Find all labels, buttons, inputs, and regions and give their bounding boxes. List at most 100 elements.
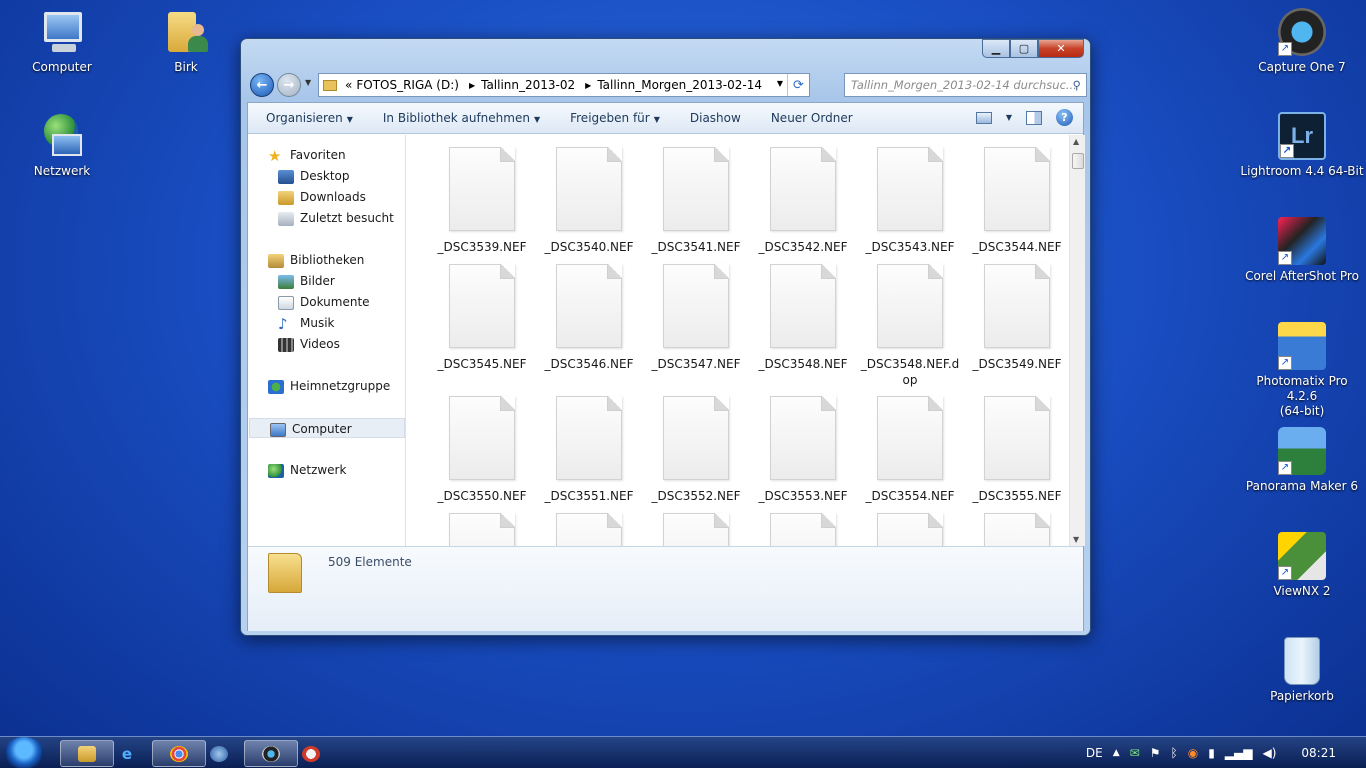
breadcrumb-separator-icon[interactable]: ▶ <box>469 81 475 90</box>
search-input[interactable]: Tallinn_Morgen_2013-02-14 durchsuc... ⚲ <box>844 73 1087 97</box>
action-center-flag-icon[interactable]: ⚑ <box>1150 746 1161 760</box>
desktop-icon-computer[interactable]: Computer <box>14 8 110 75</box>
desktop-icon-viewnx[interactable]: ↗ ViewNX 2 <box>1254 532 1350 599</box>
clock[interactable]: 08:21 <box>1301 746 1336 760</box>
generic-file-icon <box>449 147 515 231</box>
nav-documents[interactable]: Dokumente <box>248 292 370 312</box>
breadcrumb-separator-icon[interactable]: ▶ <box>585 81 591 90</box>
file-item[interactable] <box>430 513 534 546</box>
file-item[interactable]: _DSC3539.NEF <box>430 147 534 255</box>
nav-network[interactable]: Netzwerk <box>248 460 346 480</box>
minimize-button[interactable]: ▁ <box>982 39 1010 58</box>
file-item[interactable]: _DSC3549.NEF <box>965 264 1069 372</box>
file-item[interactable]: _DSC3548.NEF <box>751 264 855 372</box>
file-item[interactable]: _DSC3545.NEF <box>430 264 534 372</box>
breadcrumb-folder[interactable]: Tallinn_2013-02 <box>481 78 575 92</box>
file-item[interactable]: _DSC3546.NEF <box>537 264 641 372</box>
start-button[interactable] <box>4 737 44 768</box>
address-dropdown-icon[interactable]: ▼ <box>777 79 783 88</box>
organize-menu[interactable]: Organisieren ▼ <box>266 111 353 125</box>
file-item[interactable]: _DSC3540.NEF <box>537 147 641 255</box>
generic-file-icon <box>984 264 1050 348</box>
bluetooth-icon[interactable]: ᛒ <box>1171 746 1178 760</box>
details-pane: 509 Elemente <box>248 546 1083 631</box>
view-dropdown-icon[interactable]: ▼ <box>1006 113 1012 122</box>
mail-icon[interactable]: ✉ <box>1130 746 1140 760</box>
desktop-icon-network[interactable]: Netzwerk <box>14 112 110 179</box>
add-to-library-menu[interactable]: In Bibliothek aufnehmen ▼ <box>383 111 540 125</box>
preview-pane-icon[interactable] <box>1026 110 1042 125</box>
taskbar-app-2[interactable] <box>284 740 338 767</box>
vertical-scrollbar[interactable]: ▲ ▼ <box>1069 135 1085 546</box>
desktop-icon-photomatix[interactable]: ↗ Photomatix Pro 4.2.6 (64-bit) <box>1240 322 1364 419</box>
file-item[interactable]: _DSC3554.NEF <box>858 396 962 504</box>
file-item[interactable] <box>965 513 1069 546</box>
change-view-icon[interactable] <box>975 111 992 124</box>
nav-pictures[interactable]: Bilder <box>248 271 335 291</box>
search-placeholder: Tallinn_Morgen_2013-02-14 durchsuc... <box>851 78 1077 92</box>
file-item[interactable]: _DSC3543.NEF <box>858 147 962 255</box>
maximize-button[interactable]: ▢ <box>1010 39 1038 58</box>
file-item[interactable] <box>537 513 641 546</box>
nav-music[interactable]: ♪ Musik <box>248 313 335 333</box>
nav-videos[interactable]: Videos <box>248 334 340 354</box>
help-button[interactable]: ? <box>1056 109 1073 126</box>
breadcrumb-drive[interactable]: FOTOS_RIGA (D:) <box>356 78 459 92</box>
network-signal-icon[interactable]: ▂▄▆ <box>1225 746 1253 760</box>
file-item[interactable]: _DSC3555.NEF <box>965 396 1069 504</box>
forward-button[interactable]: → <box>277 73 301 97</box>
scroll-down-icon[interactable]: ▼ <box>1073 535 1079 544</box>
nav-desktop[interactable]: Desktop <box>248 166 350 186</box>
breadcrumb-overflow[interactable]: « <box>345 78 352 92</box>
scrollbar-thumb[interactable] <box>1072 153 1084 169</box>
file-item[interactable] <box>751 513 855 546</box>
back-button[interactable]: ← <box>250 73 274 97</box>
nav-libraries[interactable]: Bibliotheken <box>248 250 364 270</box>
file-item[interactable]: _DSC3552.NEF <box>644 396 748 504</box>
taskbar-internet-explorer[interactable]: e <box>100 740 154 767</box>
scroll-up-icon[interactable]: ▲ <box>1073 137 1079 146</box>
nav-homegroup[interactable]: Heimnetzgruppe <box>248 376 390 396</box>
taskbar-app[interactable] <box>192 740 246 767</box>
language-indicator[interactable]: DE <box>1086 746 1103 760</box>
generic-file-icon <box>556 396 622 480</box>
file-name: _DSC3552.NEF <box>651 489 741 503</box>
desktop-icon-aftershot[interactable]: ↗ Corel AfterShot Pro <box>1240 217 1364 284</box>
volume-icon[interactable]: ◀) <box>1262 746 1276 760</box>
file-item[interactable]: _DSC3542.NEF <box>751 147 855 255</box>
close-button[interactable]: ✕ <box>1038 39 1084 58</box>
file-item[interactable]: _DSC3547.NEF <box>644 264 748 372</box>
navigation-pane: ★ Favoriten Desktop Downloads Zuletzt bes… <box>248 135 406 573</box>
avast-icon[interactable]: ◉ <box>1188 746 1198 760</box>
file-item[interactable]: _DSC3551.NEF <box>537 396 641 504</box>
generic-file-icon <box>663 264 729 348</box>
recent-pages-dropdown[interactable]: ▼ <box>305 78 311 87</box>
nav-computer[interactable]: Computer <box>249 418 405 438</box>
network-icon <box>38 112 86 160</box>
search-icon[interactable]: ⚲ <box>1073 74 1081 96</box>
desktop-icon-lightroom[interactable]: Lr ↗ Lightroom 4.4 64-Bit <box>1240 112 1364 179</box>
nav-downloads[interactable]: Downloads <box>248 187 366 207</box>
breadcrumb-current[interactable]: Tallinn_Morgen_2013-02-14 <box>597 78 762 92</box>
file-item[interactable]: _DSC3550.NEF <box>430 396 534 504</box>
show-hidden-icons-icon[interactable]: ▲ <box>1113 748 1120 758</box>
nav-recent[interactable]: Zuletzt besucht <box>248 208 394 228</box>
address-bar[interactable]: « FOTOS_RIGA (D:) ▶ Tallinn_2013-02 ▶ Ta… <box>318 73 810 97</box>
power-icon[interactable]: ▮ <box>1208 746 1215 760</box>
file-item[interactable]: _DSC3548.NEF.dop <box>858 264 962 388</box>
desktop-icon-capture-one[interactable]: ↗ Capture One 7 <box>1254 8 1350 75</box>
file-item[interactable]: _DSC3541.NEF <box>644 147 748 255</box>
share-with-menu[interactable]: Freigeben für ▼ <box>570 111 660 125</box>
slideshow-button[interactable]: Diashow <box>690 111 741 125</box>
explorer-window[interactable]: ▁ ▢ ✕ ← → ▼ « FOTOS_RIGA (D:) ▶ Tallinn_… <box>240 38 1091 636</box>
desktop-icon-panorama-maker[interactable]: ↗ Panorama Maker 6 <box>1240 427 1364 494</box>
refresh-button[interactable]: ⟳ <box>787 74 809 96</box>
file-item[interactable]: _DSC3544.NEF <box>965 147 1069 255</box>
nav-favorites[interactable]: ★ Favoriten <box>248 145 346 165</box>
file-item[interactable]: _DSC3553.NEF <box>751 396 855 504</box>
desktop-icon-birk[interactable]: Birk <box>138 8 234 75</box>
desktop-icon-recycle-bin[interactable]: Papierkorb <box>1254 637 1350 704</box>
file-item[interactable] <box>644 513 748 546</box>
file-item[interactable] <box>858 513 962 546</box>
new-folder-button[interactable]: Neuer Ordner <box>771 111 853 125</box>
